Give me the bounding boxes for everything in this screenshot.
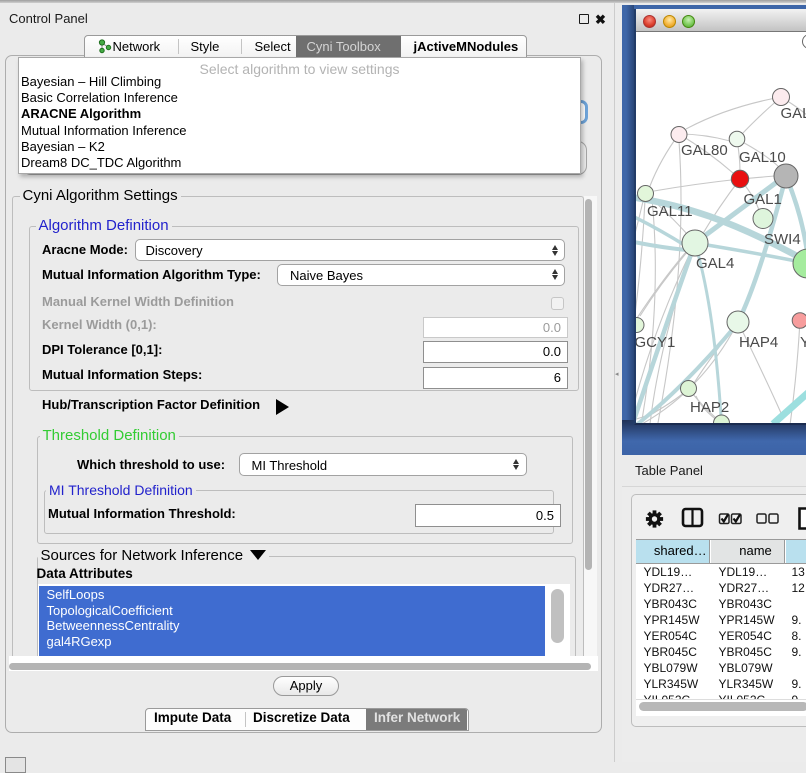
svg-text:HAP4: HAP4 [739, 334, 778, 351]
svg-text:GCY1: GCY1 [636, 334, 675, 351]
svg-text:Y: Y [800, 334, 806, 351]
svg-text:GAL80: GAL80 [681, 142, 728, 159]
svg-text:GAL11: GAL11 [647, 203, 693, 220]
svg-text:GAL4: GAL4 [696, 255, 734, 272]
svg-text:SWI4: SWI4 [764, 231, 801, 248]
svg-text:GAL1: GAL1 [744, 191, 782, 208]
svg-text:GAL10: GAL10 [739, 149, 786, 166]
svg-text:HAP2: HAP2 [690, 399, 729, 416]
svg-text:GAL: GAL [781, 105, 806, 122]
